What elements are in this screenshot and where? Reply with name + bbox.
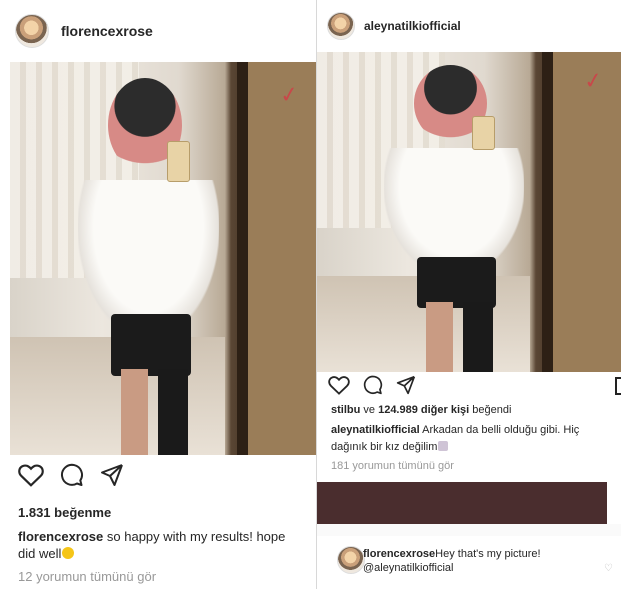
comment-icon[interactable] xyxy=(60,463,84,492)
post-photo[interactable]: ✓ xyxy=(10,62,317,455)
view-comments-link[interactable]: 12 yorumun tümünü gör xyxy=(18,569,156,584)
share-icon[interactable] xyxy=(100,463,124,492)
heart-icon[interactable] xyxy=(18,463,44,492)
caption-continued: dağınık bir kız değilim xyxy=(331,441,449,453)
action-bar xyxy=(18,463,124,492)
caption: florencexrose so happy with my results! … xyxy=(18,529,285,544)
liker-username[interactable]: stilbu xyxy=(331,404,360,416)
heart-icon[interactable] xyxy=(328,375,350,400)
caption-text: so happy with my results! hope xyxy=(106,529,286,544)
username[interactable]: florencexrose xyxy=(61,23,153,39)
comment-username[interactable]: florencexrose xyxy=(363,548,435,560)
emoji xyxy=(438,441,449,451)
comment-icon[interactable] xyxy=(363,375,383,400)
post-header: florencexrose xyxy=(0,0,319,62)
commenter-avatar[interactable] xyxy=(337,546,365,574)
caption-continued: did well xyxy=(18,546,75,561)
right-post: aleynatilkiofficial ✓ stilbu ve 124.989 … xyxy=(317,0,621,589)
bookmark-icon[interactable] xyxy=(615,377,621,395)
like-count[interactable]: 1.831 beğenme xyxy=(18,505,111,520)
comment-mention[interactable]: @aleynatilkiofficial xyxy=(363,562,453,574)
left-post: florencexrose ✓ 1.831 beğenme florencexr… xyxy=(0,0,319,589)
post-photo[interactable]: ✓ xyxy=(317,52,621,372)
post-header: aleynatilkiofficial xyxy=(317,0,621,52)
avatar[interactable] xyxy=(15,14,49,48)
share-icon[interactable] xyxy=(396,375,416,400)
username[interactable]: aleynatilkiofficial xyxy=(364,19,461,33)
likes-connector: ve xyxy=(360,404,379,416)
yellow-heart-emoji xyxy=(62,547,75,559)
caption-username[interactable]: aleynatilkiofficial xyxy=(331,424,420,436)
caption-username[interactable]: florencexrose xyxy=(18,529,103,544)
caption-text: Arkadan da belli olduğu gibi. Hiç xyxy=(422,424,580,436)
like-summary[interactable]: stilbu ve 124.989 diğer kişi beğendi xyxy=(331,404,511,416)
redaction-block xyxy=(317,482,607,524)
comment: florencexroseHey that's my picture! xyxy=(363,548,541,560)
action-bar xyxy=(328,375,416,400)
comment-like-icon[interactable]: ♡ xyxy=(604,563,613,574)
divider xyxy=(317,524,621,536)
likes-others-count[interactable]: 124.989 diğer kişi xyxy=(378,404,469,416)
avatar[interactable] xyxy=(327,12,355,40)
caption: aleynatilkiofficial Arkadan da belli old… xyxy=(331,424,579,436)
caption-text-cont: did well xyxy=(18,546,62,561)
view-comments-link[interactable]: 181 yorumun tümünü gör xyxy=(331,460,454,472)
likes-suffix: beğendi xyxy=(469,404,512,416)
comment-text: Hey that's my picture! xyxy=(435,548,541,560)
caption-text-cont: dağınık bir kız değilim xyxy=(331,441,438,453)
